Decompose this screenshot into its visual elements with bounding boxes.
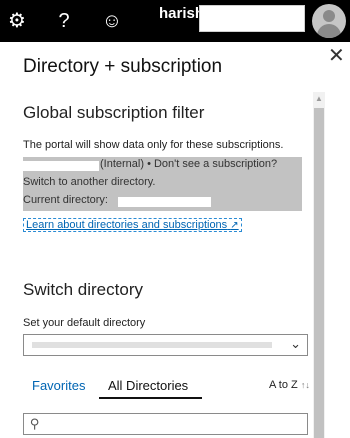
search-icon: ⚲ xyxy=(30,416,40,431)
tab-favorites[interactable]: Favorites xyxy=(32,378,85,393)
global-filter-heading: Global subscription filter xyxy=(23,103,205,122)
default-directory-dropdown[interactable]: ⌄ xyxy=(23,334,308,356)
default-directory-label: Set your default directory xyxy=(23,317,146,329)
global-filter-description: The portal will show data only for these… xyxy=(23,139,284,151)
switch-directory-text: Switch to another directory. xyxy=(23,176,156,188)
sort-label: A to Z xyxy=(269,379,298,391)
switch-directory-heading: Switch directory xyxy=(23,280,143,299)
active-tab-underline xyxy=(99,397,202,399)
avatar-head xyxy=(323,10,335,22)
panel-title: Directory + subscription xyxy=(23,56,223,77)
current-directory-redaction xyxy=(118,197,211,207)
subscription-line-1: (Internal) • Don't see a subscription? xyxy=(100,158,278,170)
avatar-icon[interactable] xyxy=(312,4,346,38)
sort-arrows-icon: ↑↓ xyxy=(300,380,310,390)
smiley-icon[interactable]: ☺ xyxy=(100,9,124,33)
scrollbar-thumb[interactable] xyxy=(314,108,324,438)
username-redaction xyxy=(199,5,305,32)
tab-all-directories[interactable]: All Directories xyxy=(108,378,188,393)
gear-icon[interactable]: ⚙ xyxy=(5,9,29,33)
sort-button[interactable]: A to Z ↑↓ xyxy=(269,379,310,391)
directory-search-input[interactable]: ⚲ xyxy=(23,413,308,435)
avatar-body xyxy=(317,24,341,38)
dropdown-value-redaction xyxy=(32,342,272,348)
subscription-redaction xyxy=(23,161,99,171)
chevron-down-icon[interactable]: ⌄ xyxy=(290,336,301,352)
help-icon[interactable]: ? xyxy=(52,9,76,33)
username[interactable]: harish xyxy=(159,5,204,22)
learn-directories-link[interactable]: Learn about directories and subscription… xyxy=(23,218,242,232)
learn-link-label: Learn about directories and subscription… xyxy=(26,219,228,231)
external-link-icon: ↗ xyxy=(230,220,239,231)
current-directory-label: Current directory: xyxy=(23,194,108,206)
top-bar: ⚙ ? ☺ harish xyxy=(0,0,350,42)
close-icon[interactable]: ✕ xyxy=(328,46,345,66)
scroll-up-arrow-icon[interactable]: ▲ xyxy=(313,93,325,105)
